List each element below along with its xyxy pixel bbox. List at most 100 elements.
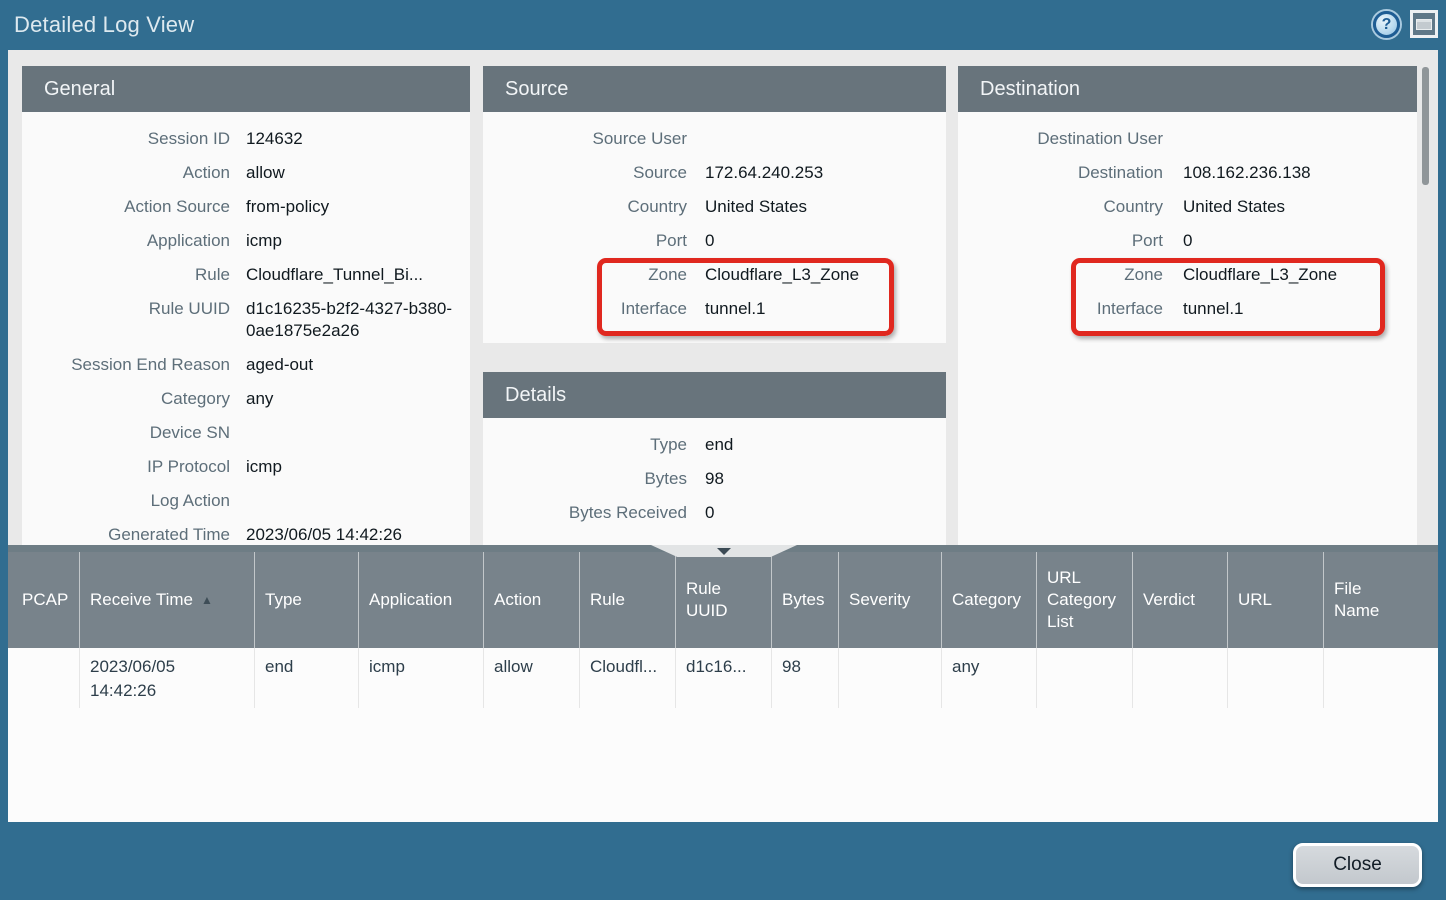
chevron-down-icon xyxy=(717,548,731,555)
field-value xyxy=(230,416,470,428)
column-label: Category xyxy=(952,589,1021,611)
cell-url xyxy=(1228,648,1324,708)
cell-severity xyxy=(839,648,942,708)
column-header-rule-uuid[interactable]: Rule UUID xyxy=(676,552,772,648)
column-header-pcap[interactable]: PCAP xyxy=(8,552,80,648)
destination-panel-header: Destination xyxy=(958,66,1417,112)
field-value: 98 xyxy=(687,462,946,496)
source-panel: Source Source User Source 172.64.240.253… xyxy=(483,66,946,343)
column-label: PCAP xyxy=(22,589,68,611)
field-application: Application icmp xyxy=(22,224,470,258)
column-label: Application xyxy=(369,589,452,611)
column-header-verdict[interactable]: Verdict xyxy=(1133,552,1228,648)
detail-panels-area: General Session ID 124632 Action allow A… xyxy=(8,50,1438,545)
details-panel-header: Details xyxy=(483,372,946,418)
field-label: Rule UUID xyxy=(22,292,230,326)
field-label: Type xyxy=(483,428,687,462)
field-value xyxy=(230,484,470,496)
field-value: end xyxy=(687,428,946,462)
column-label: URL Category List xyxy=(1047,567,1122,633)
column-header-rule[interactable]: Rule xyxy=(580,552,676,648)
column-header-application[interactable]: Application xyxy=(359,552,484,648)
field-label: Port xyxy=(958,224,1163,258)
source-panel-header: Source xyxy=(483,66,946,112)
field-label: Interface xyxy=(483,292,687,326)
field-value: 2023/06/05 14:42:26 xyxy=(230,518,470,545)
cell-bytes: 98 xyxy=(772,648,839,708)
cell-pcap xyxy=(8,648,80,708)
cell-receive-time: 2023/06/05 14:42:26 xyxy=(80,648,255,708)
field-label: IP Protocol xyxy=(22,450,230,484)
field-label: Country xyxy=(958,190,1163,224)
close-button[interactable]: Close xyxy=(1293,843,1422,887)
cell-verdict xyxy=(1133,648,1228,708)
field-label: Country xyxy=(483,190,687,224)
column-header-action[interactable]: Action xyxy=(484,552,580,648)
field-rule: Rule Cloudflare_Tunnel_Bi... xyxy=(22,258,470,292)
field-source-interface: Interface tunnel.1 xyxy=(483,292,946,326)
column-header-file-name[interactable]: File Name xyxy=(1324,552,1438,648)
field-label: Zone xyxy=(958,258,1163,292)
field-value: United States xyxy=(1163,190,1417,224)
field-label: Bytes xyxy=(483,462,687,496)
maximize-icon-rect xyxy=(1416,19,1432,30)
field-label: Action xyxy=(22,156,230,190)
details-panel-body: Type end Bytes 98 Bytes Received 0 xyxy=(483,418,946,545)
vertical-scrollbar[interactable] xyxy=(1422,67,1429,185)
field-bytes: Bytes 98 xyxy=(483,462,946,496)
column-header-url[interactable]: URL xyxy=(1228,552,1324,648)
column-header-bytes[interactable]: Bytes xyxy=(772,552,839,648)
cell-application: icmp xyxy=(359,648,484,708)
field-label: Category xyxy=(22,382,230,416)
field-source-zone: Zone Cloudflare_L3_Zone xyxy=(483,258,946,292)
field-value: 172.64.240.253 xyxy=(687,156,946,190)
column-header-receive-time[interactable]: Receive Time ▲ xyxy=(80,552,255,648)
field-label: Application xyxy=(22,224,230,258)
field-destination-country: Country United States xyxy=(958,190,1417,224)
field-destination-user: Destination User xyxy=(958,122,1417,156)
column-header-severity[interactable]: Severity xyxy=(839,552,942,648)
destination-panel-body: Destination User Destination 108.162.236… xyxy=(958,112,1417,545)
field-label: Session End Reason xyxy=(22,348,230,382)
field-label: Rule xyxy=(22,258,230,292)
field-label: Destination xyxy=(958,156,1163,190)
field-value: any xyxy=(230,382,470,416)
table-row[interactable]: 2023/06/05 14:42:26 end icmp allow Cloud… xyxy=(8,648,1438,708)
field-category: Category any xyxy=(22,382,470,416)
field-action: Action allow xyxy=(22,156,470,190)
field-value xyxy=(687,122,946,134)
field-type: Type end xyxy=(483,428,946,462)
field-label: Source xyxy=(483,156,687,190)
help-icon[interactable]: ? xyxy=(1373,11,1400,38)
field-source-user: Source User xyxy=(483,122,946,156)
field-session-end-reason: Session End Reason aged-out xyxy=(22,348,470,382)
column-label: Verdict xyxy=(1143,589,1195,611)
details-panel: Details Type end Bytes 98 Bytes Received… xyxy=(483,372,946,545)
field-value: 0 xyxy=(687,496,946,530)
field-value: icmp xyxy=(230,224,470,258)
field-value: 124632 xyxy=(230,122,470,156)
column-header-category[interactable]: Category xyxy=(942,552,1037,648)
field-source-country: Country United States xyxy=(483,190,946,224)
field-destination: Destination 108.162.236.138 xyxy=(958,156,1417,190)
field-value: Cloudflare_L3_Zone xyxy=(687,258,946,292)
field-value: tunnel.1 xyxy=(687,292,946,326)
field-label: Generated Time xyxy=(22,518,230,545)
maximize-icon[interactable] xyxy=(1410,10,1438,38)
field-destination-interface: Interface tunnel.1 xyxy=(958,292,1417,326)
column-label: Type xyxy=(265,589,302,611)
field-destination-zone: Zone Cloudflare_L3_Zone xyxy=(958,258,1417,292)
log-table-header: PCAP Receive Time ▲ Type Application Act… xyxy=(8,552,1438,648)
help-icon-glyph: ? xyxy=(1382,16,1392,34)
field-value: 0 xyxy=(1163,224,1417,258)
field-value: 108.162.236.138 xyxy=(1163,156,1417,190)
cell-file-name xyxy=(1324,648,1438,708)
titlebar: Detailed Log View ? xyxy=(0,0,1446,50)
general-panel-header: General xyxy=(22,66,470,112)
column-header-type[interactable]: Type xyxy=(255,552,359,648)
field-label: Interface xyxy=(958,292,1163,326)
field-label: Source User xyxy=(483,122,687,156)
field-source-port: Port 0 xyxy=(483,224,946,258)
field-value: from-policy xyxy=(230,190,470,224)
column-header-url-category-list[interactable]: URL Category List xyxy=(1037,552,1133,648)
